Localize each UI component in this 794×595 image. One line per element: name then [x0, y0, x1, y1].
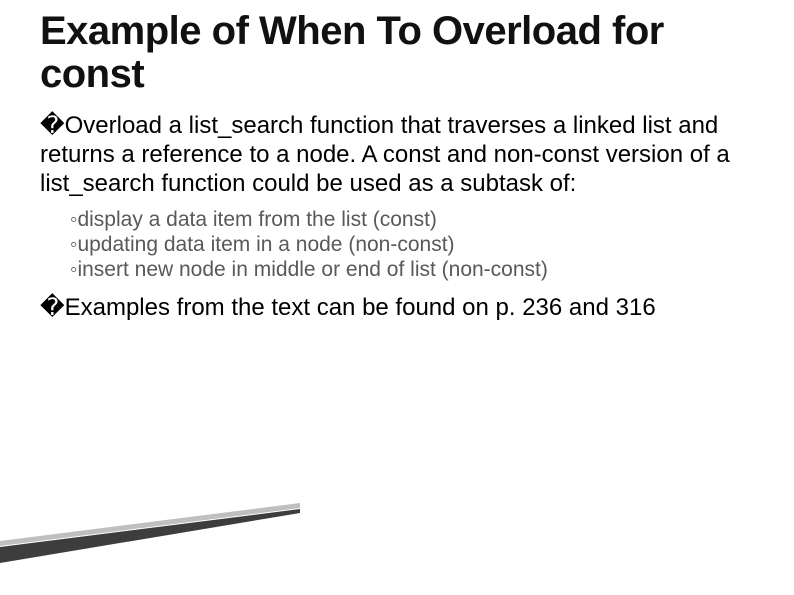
bullet-text: Overload a list_search function that tra… — [40, 112, 730, 197]
bullet-marker-icon: � — [40, 112, 65, 139]
bullet-item: �Overload a list_search function that tr… — [40, 112, 754, 198]
sub-bullet-text: updating data item in a node (non-const) — [77, 233, 454, 256]
slide: Example of When To Overload for const �O… — [0, 0, 794, 595]
decorative-wedge-icon — [0, 503, 300, 563]
bullet-text: Examples from the text can be found on p… — [65, 294, 656, 321]
bullet-marker-icon: � — [40, 294, 65, 321]
slide-title: Example of When To Overload for const — [40, 10, 754, 96]
bullet-item: �Examples from the text can be found on … — [40, 294, 754, 323]
sub-bullet-list: ◦display a data item from the list (cons… — [70, 207, 754, 283]
sub-bullet-item: ◦display a data item from the list (cons… — [70, 207, 754, 232]
slide-body: �Overload a list_search function that tr… — [40, 112, 754, 323]
sub-bullet-text: display a data item from the list (const… — [77, 208, 436, 231]
sub-bullet-item: ◦updating data item in a node (non-const… — [70, 232, 754, 257]
sub-bullet-item: ◦insert new node in middle or end of lis… — [70, 257, 754, 282]
sub-bullet-text: insert new node in middle or end of list… — [77, 258, 547, 281]
